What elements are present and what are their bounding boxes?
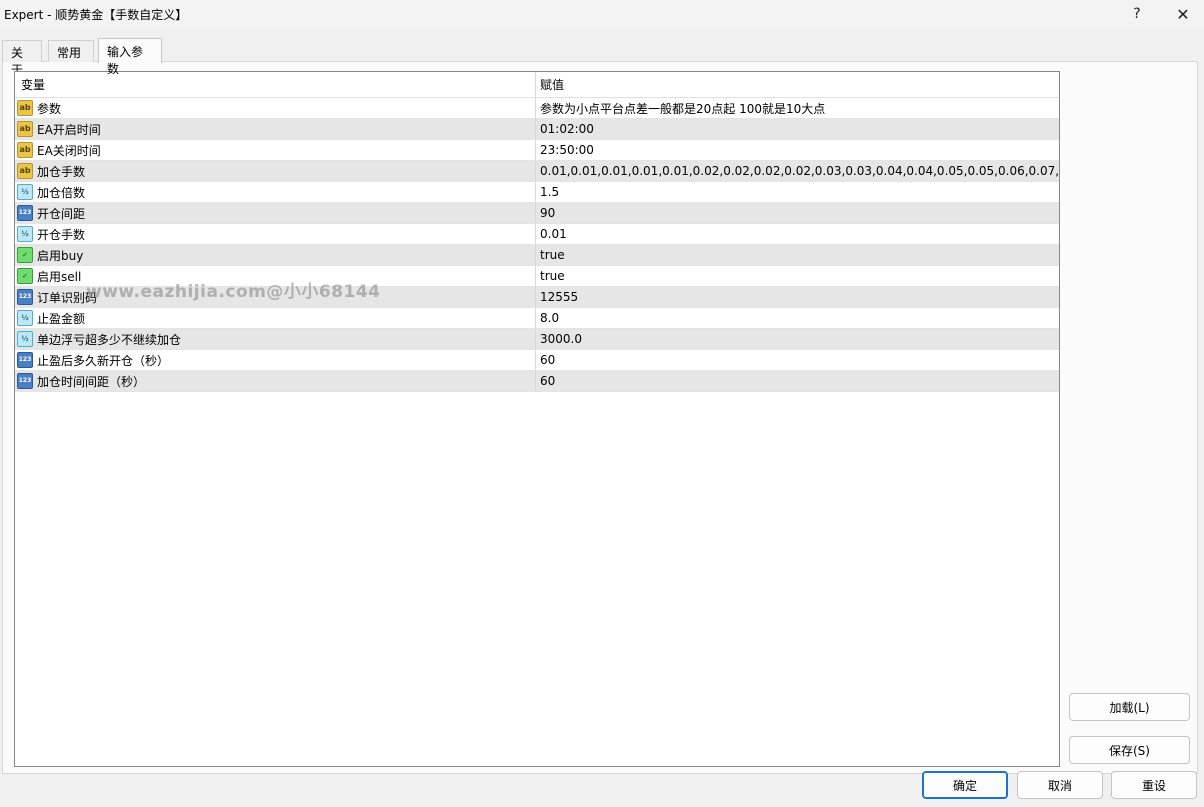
table-row[interactable]: ab 参数 参数为小点平台点差一般都是20点起 100就是10大点: [15, 98, 1059, 119]
variable-name: 参数: [37, 101, 62, 116]
variable-cell[interactable]: 123 止盈后多久新开仓（秒）: [15, 350, 536, 370]
table-row[interactable]: ✓ 启用buy true: [15, 245, 1059, 266]
integer-type-icon: 123: [17, 205, 33, 221]
boolean-type-icon: ✓: [17, 247, 33, 263]
integer-type-icon: 123: [17, 352, 33, 368]
table-row[interactable]: 123 开仓间距 90: [15, 203, 1059, 224]
value-cell[interactable]: 1.5: [536, 182, 1059, 202]
table-row[interactable]: 123 止盈后多久新开仓（秒） 60: [15, 350, 1059, 371]
value-cell[interactable]: 0.01,0.01,0.01,0.01,0.01,0.02,0.02,0.02,…: [536, 161, 1059, 181]
double-type-icon: ½: [17, 331, 33, 347]
window-title: Expert - 顺势黄金【手数自定义】: [4, 8, 188, 22]
variable-cell[interactable]: 123 加仓时间间距（秒）: [15, 371, 536, 391]
variable-name: 加仓手数: [37, 164, 86, 179]
variable-name: 加仓时间间距（秒）: [37, 374, 146, 389]
close-button[interactable]: ✕: [1160, 0, 1204, 28]
variable-name: EA关闭时间: [37, 143, 101, 158]
double-type-icon: ½: [17, 226, 33, 242]
ok-button[interactable]: 确定: [922, 771, 1008, 799]
parameters-grid: 变量 赋值 ab 参数 参数为小点平台点差一般都是20点起 100就是10大点 ab E…: [14, 71, 1060, 767]
boolean-type-icon: ✓: [17, 268, 33, 284]
value-cell[interactable]: 90: [536, 203, 1059, 223]
double-type-icon: ½: [17, 184, 33, 200]
variable-cell[interactable]: ab EA关闭时间: [15, 140, 536, 160]
string-type-icon: ab: [17, 163, 33, 179]
value-cell[interactable]: true: [536, 245, 1059, 265]
reset-button[interactable]: 重设: [1111, 771, 1197, 799]
value-cell[interactable]: 60: [536, 371, 1059, 391]
variable-cell[interactable]: ✓ 启用buy: [15, 245, 536, 265]
variable-name: 止盈金额: [37, 311, 86, 326]
variable-cell[interactable]: ab 参数: [15, 98, 536, 118]
title-bar: Expert - 顺势黄金【手数自定义】 ? ✕: [0, 0, 1204, 28]
variable-cell[interactable]: ab 加仓手数: [15, 161, 536, 181]
value-cell[interactable]: 12555: [536, 287, 1059, 307]
variable-name: 开仓间距: [37, 206, 86, 221]
variable-cell[interactable]: ½ 单边浮亏超多少不继续加仓: [15, 329, 536, 349]
value-cell[interactable]: 参数为小点平台点差一般都是20点起 100就是10大点: [536, 98, 1059, 118]
variable-name: 止盈后多久新开仓（秒）: [37, 353, 170, 368]
table-row[interactable]: ab EA关闭时间 23:50:00: [15, 140, 1059, 161]
value-cell[interactable]: 23:50:00: [536, 140, 1059, 160]
help-button[interactable]: ?: [1114, 0, 1160, 28]
value-cell[interactable]: 60: [536, 350, 1059, 370]
grid-header: 变量 赋值: [15, 72, 1059, 98]
table-row[interactable]: ½ 加仓倍数 1.5: [15, 182, 1059, 203]
variable-name: 启用buy: [37, 248, 84, 263]
value-cell[interactable]: 01:02:00: [536, 119, 1059, 139]
value-cell[interactable]: 0.01: [536, 224, 1059, 244]
table-row[interactable]: ab 加仓手数 0.01,0.01,0.01,0.01,0.01,0.02,0.02…: [15, 161, 1059, 182]
double-type-icon: ½: [17, 310, 33, 326]
variable-name: 加仓倍数: [37, 185, 86, 200]
table-row[interactable]: ½ 单边浮亏超多少不继续加仓 3000.0: [15, 329, 1059, 350]
load-button[interactable]: 加载(L): [1069, 693, 1190, 721]
table-row[interactable]: ab EA开启时间 01:02:00: [15, 119, 1059, 140]
variable-name: 开仓手数: [37, 227, 86, 242]
variable-cell[interactable]: ½ 止盈金额: [15, 308, 536, 328]
integer-type-icon: 123: [17, 289, 33, 305]
tab-inputs[interactable]: 输入参数: [98, 38, 162, 76]
value-cell[interactable]: 3000.0: [536, 329, 1059, 349]
variable-cell[interactable]: ab EA开启时间: [15, 119, 536, 139]
grid-rows: ab 参数 参数为小点平台点差一般都是20点起 100就是10大点 ab EA开启时间 0…: [15, 98, 1059, 392]
value-cell[interactable]: true: [536, 266, 1059, 286]
save-button[interactable]: 保存(S): [1069, 736, 1190, 764]
tab-common[interactable]: 常用: [48, 40, 94, 62]
string-type-icon: ab: [17, 121, 33, 137]
table-row[interactable]: 123 加仓时间间距（秒） 60: [15, 371, 1059, 392]
value-cell[interactable]: 8.0: [536, 308, 1059, 328]
table-row[interactable]: ½ 止盈金额 8.0: [15, 308, 1059, 329]
variable-cell[interactable]: 123 开仓间距: [15, 203, 536, 223]
header-variable[interactable]: 变量: [15, 72, 536, 97]
string-type-icon: ab: [17, 100, 33, 116]
variable-name: EA开启时间: [37, 122, 101, 137]
variable-cell[interactable]: ½ 开仓手数: [15, 224, 536, 244]
integer-type-icon: 123: [17, 373, 33, 389]
variable-name: 启用sell: [37, 269, 82, 284]
table-row[interactable]: ½ 开仓手数 0.01: [15, 224, 1059, 245]
watermark: www.eazhijia.com@小小68144: [86, 282, 381, 302]
string-type-icon: ab: [17, 142, 33, 158]
variable-name: 单边浮亏超多少不继续加仓: [37, 332, 182, 347]
header-value[interactable]: 赋值: [536, 72, 1059, 97]
variable-cell[interactable]: ½ 加仓倍数: [15, 182, 536, 202]
cancel-button[interactable]: 取消: [1017, 771, 1103, 799]
tab-about[interactable]: 关于: [2, 40, 42, 77]
